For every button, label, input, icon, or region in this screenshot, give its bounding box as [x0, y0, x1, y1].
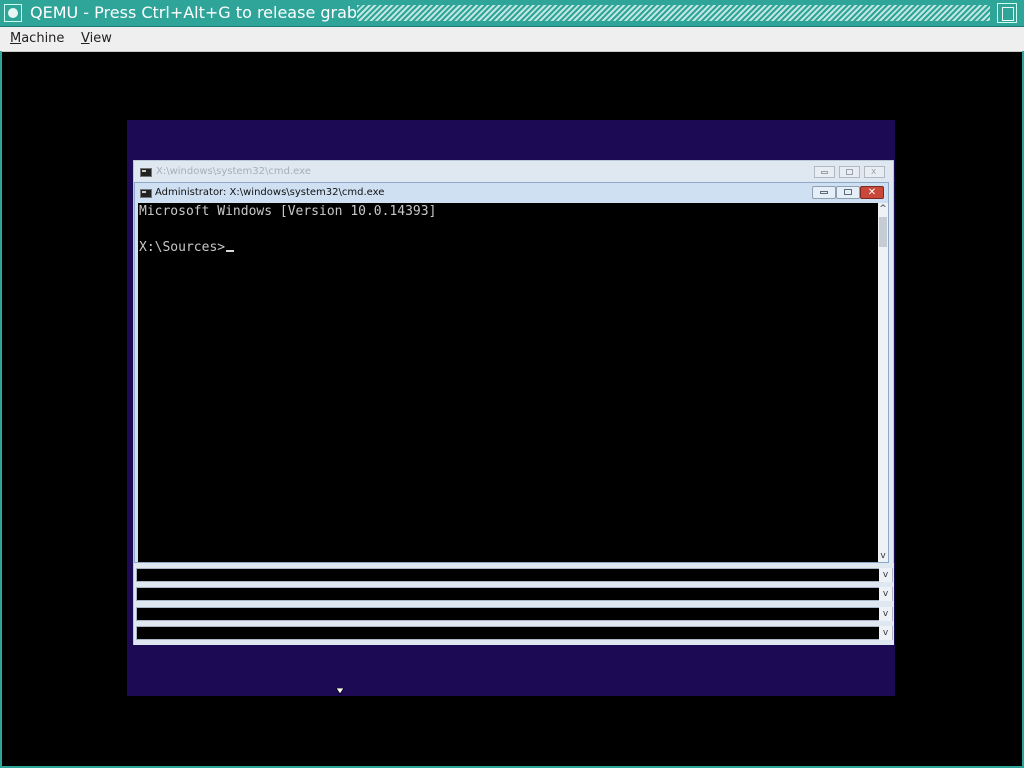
console-prompt-line: X:\Sources> [139, 239, 235, 257]
scroll-up-icon[interactable]: ^ [878, 204, 888, 214]
close-icon: ✕ [867, 187, 877, 198]
maximize-button[interactable] [997, 3, 1017, 23]
stacked-window-bar[interactable]: v [136, 587, 893, 601]
window-title: QEMU - Press Ctrl+Alt+G to release grab [30, 3, 358, 22]
cmd-window[interactable]: Administrator: X:\windows\system32\cmd.e… [134, 182, 889, 563]
circle-icon [8, 8, 18, 18]
maximize-icon [846, 169, 853, 175]
minimize-icon [821, 171, 828, 174]
maximize-icon [844, 189, 852, 195]
background-window-title: X:\windows\system32\cmd.exe [156, 166, 311, 177]
cmd-window-title: Administrator: X:\windows\system32\cmd.e… [155, 187, 385, 198]
console-prompt: X:\Sources> [139, 240, 226, 255]
minimize-button[interactable] [812, 186, 836, 199]
console-line: Microsoft Windows [Version 10.0.14393] [139, 204, 437, 219]
menu-view-mnemonic: V [81, 31, 90, 46]
maximize-icon [1002, 7, 1014, 21]
menu-machine-label: achine [21, 31, 65, 46]
chevron-down-icon[interactable]: v [879, 568, 892, 582]
console-output[interactable]: Microsoft Windows [Version 10.0.14393] X… [138, 203, 878, 562]
menu-view[interactable]: View [81, 31, 112, 47]
menu-machine-mnemonic: M [10, 31, 22, 46]
background-minimize-button[interactable] [814, 166, 835, 178]
menu-machine[interactable]: Machine [10, 31, 64, 47]
qemu-titlebar: QEMU - Press Ctrl+Alt+G to release grab [0, 0, 1024, 27]
chevron-down-icon[interactable]: v [879, 626, 892, 640]
stacked-window-bar[interactable]: v [136, 607, 893, 621]
stacked-window-bar[interactable]: v [136, 568, 893, 582]
chevron-down-icon[interactable]: v [879, 587, 892, 601]
menu-view-label: iew [89, 31, 112, 46]
background-close-button[interactable]: x [864, 166, 885, 178]
scroll-down-icon[interactable]: v [878, 551, 888, 561]
stacked-window-bar[interactable]: v [136, 626, 893, 640]
maximize-button[interactable] [836, 186, 860, 199]
chevron-down-icon[interactable]: v [879, 607, 892, 621]
close-icon: x [871, 167, 877, 177]
scrollbar-thumb[interactable] [879, 217, 887, 247]
background-maximize-button[interactable] [839, 166, 860, 178]
menubar: Machine View [0, 27, 1024, 52]
cmd-icon [140, 168, 152, 177]
mouse-pointer-icon [336, 688, 344, 695]
text-cursor [226, 250, 235, 252]
minimize-icon [820, 191, 828, 194]
titlebar-drag-area[interactable] [357, 5, 990, 21]
vertical-scrollbar[interactable]: ^ v [878, 203, 888, 562]
close-button[interactable]: ✕ [860, 186, 884, 199]
window-menu-button[interactable] [4, 4, 22, 22]
cmd-icon [140, 189, 152, 198]
